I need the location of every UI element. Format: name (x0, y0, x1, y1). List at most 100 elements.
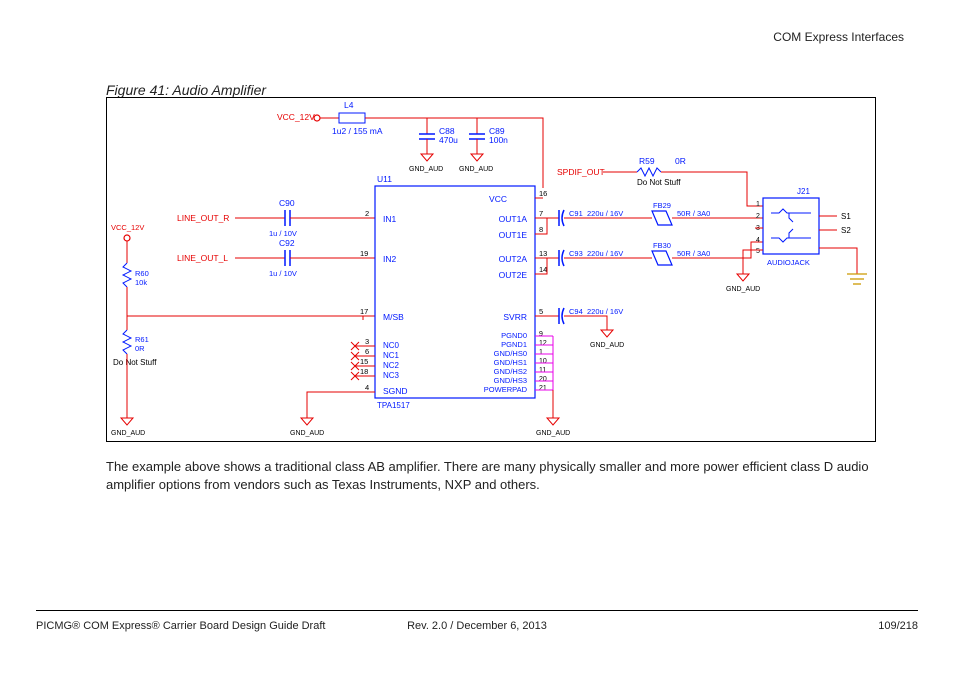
c90-ref: C90 (279, 198, 295, 208)
j21-pin1: 1 (756, 201, 760, 208)
pin-out1e-name: OUT1E (499, 230, 528, 240)
pin-out2a-num: 13 (539, 249, 547, 258)
u11-part: TPA1517 (377, 401, 410, 410)
j21-ref: J21 (797, 187, 810, 196)
r60-val: 10k (135, 278, 147, 287)
pin-in2-num: 19 (360, 249, 368, 258)
pin-pg1-num: 12 (539, 340, 547, 347)
schematic-svg: VCC_12V L4 1u2 / 155 mA C88 470u C8 (107, 98, 875, 441)
r59-note: Do Not Stuff (637, 178, 681, 187)
pin-hs1-name: GND/HS1 (494, 358, 527, 367)
line-out-l-label: LINE_OUT_L (177, 253, 228, 263)
pin-svrr-num: 5 (539, 307, 543, 316)
schematic-container: VCC_12V L4 1u2 / 155 mA C88 470u C8 (106, 97, 876, 442)
gnd-c89-icon (471, 154, 483, 161)
gnd-c88-label: GND_AUD (409, 166, 443, 173)
pin-hs2-num: 11 (539, 367, 546, 374)
r61-val: 0R (135, 344, 145, 353)
gnd-sgnd-icon (301, 418, 313, 425)
footer-divider (36, 610, 918, 611)
c90-body (285, 210, 290, 226)
r60-ref: R60 (135, 269, 149, 278)
pin-pp-num: 21 (539, 385, 547, 392)
c89-body (469, 134, 485, 139)
wire-r60-msb (127, 287, 363, 320)
r59-val: 0R (675, 156, 686, 166)
pin-pg0-num: 9 (539, 331, 543, 338)
j21-body (763, 198, 819, 254)
gnd-left-label: GND_AUD (111, 430, 145, 437)
pin-hs3-name: GND/HS3 (494, 376, 527, 385)
fb29-val: 50R / 3A0 (677, 209, 710, 218)
pin-nc1-num: 6 (365, 347, 369, 356)
vcc12-left-terminal (124, 235, 130, 241)
vcc12-top-terminal (314, 115, 320, 121)
fb30-ref: FB30 (653, 241, 671, 250)
figure-description: The example above shows a traditional cl… (106, 458, 874, 493)
vcc12-top-label: VCC_12V (277, 112, 315, 122)
wire-sgnd (307, 392, 375, 418)
pin-nc3-name: NC3 (383, 371, 400, 380)
j21-pin2: 2 (756, 213, 760, 220)
pin-in2-name: IN2 (383, 254, 397, 264)
j21-sw1 (789, 213, 793, 222)
line-out-r-label: LINE_OUT_R (177, 213, 229, 223)
gnd-c94-icon (601, 330, 613, 337)
r59-ref: R59 (639, 156, 655, 166)
pin-in1-num: 2 (365, 209, 369, 218)
gnd-left-icon (121, 418, 133, 425)
pin-msb-num: 17 (360, 307, 368, 316)
j21-type: AUDIOJACK (767, 258, 810, 267)
fb29-ref: FB29 (653, 201, 671, 210)
j21-s2: S2 (841, 226, 851, 235)
r60-body (123, 263, 131, 287)
gnd-pgnd-label: GND_AUD (536, 430, 570, 437)
l4-ref: L4 (344, 100, 354, 110)
pin-out2a-name: OUT2A (499, 254, 528, 264)
pin-msb-name: M/SB (383, 312, 404, 322)
footer-center: Rev. 2.0 / December 6, 2013 (0, 620, 954, 632)
pin-hs0-num: 1 (539, 349, 543, 356)
page-section-header: COM Express Interfaces (773, 30, 904, 44)
pin-sgnd-num: 4 (365, 383, 369, 392)
c94-val: 220u / 16V (587, 307, 623, 316)
c91-ref: C91 (569, 209, 583, 218)
c91-body (559, 210, 564, 226)
c93-val: 220u / 16V (587, 249, 623, 258)
pin-out1a-name: OUT1A (499, 214, 528, 224)
j21-pin4: 4 (756, 237, 760, 244)
c93-body (559, 250, 564, 266)
fb30-val: 50R / 3A0 (677, 249, 710, 258)
r59-body (637, 168, 661, 176)
pin-pg0-name: PGND0 (501, 331, 527, 340)
fb30-body (652, 251, 672, 265)
r61-body (123, 330, 131, 354)
gnd-sgnd-label: GND_AUD (290, 430, 324, 437)
pin-out2e-name: OUT2E (499, 270, 528, 280)
gnd-c88-icon (421, 154, 433, 161)
wire-jack-gnd (819, 248, 857, 274)
gnd-c94-label: GND_AUD (590, 342, 624, 349)
pin-vcc-num: 16 (539, 189, 547, 198)
vcc12-left-label: VCC_12V (111, 223, 144, 232)
wire-jack-gndaud (743, 250, 763, 274)
pin-nc1-name: NC1 (383, 351, 400, 360)
c91-val: 220u / 16V (587, 209, 623, 218)
gnd-jack-label: GND_AUD (726, 286, 760, 293)
j21-s1: S1 (841, 212, 851, 221)
pin-out1e-num: 8 (539, 225, 543, 234)
gnd-jack-icon (737, 274, 749, 281)
pin-nc0-num: 3 (365, 337, 369, 346)
pin-out1a-num: 7 (539, 209, 543, 218)
pin-nc2-num: 15 (360, 357, 368, 366)
gnd-c89-label: GND_AUD (459, 166, 493, 173)
c89-val: 100n (489, 135, 508, 145)
c94-body (559, 308, 564, 324)
pin-svrr-name: SVRR (503, 312, 527, 322)
j21-tip (771, 209, 811, 213)
pin-nc2-name: NC2 (383, 361, 400, 370)
footer-right: 109/218 (878, 620, 918, 632)
pin-pg1-name: PGND1 (501, 340, 527, 349)
fb29-body (652, 211, 672, 225)
pin-hs1-num: 10 (539, 358, 547, 365)
